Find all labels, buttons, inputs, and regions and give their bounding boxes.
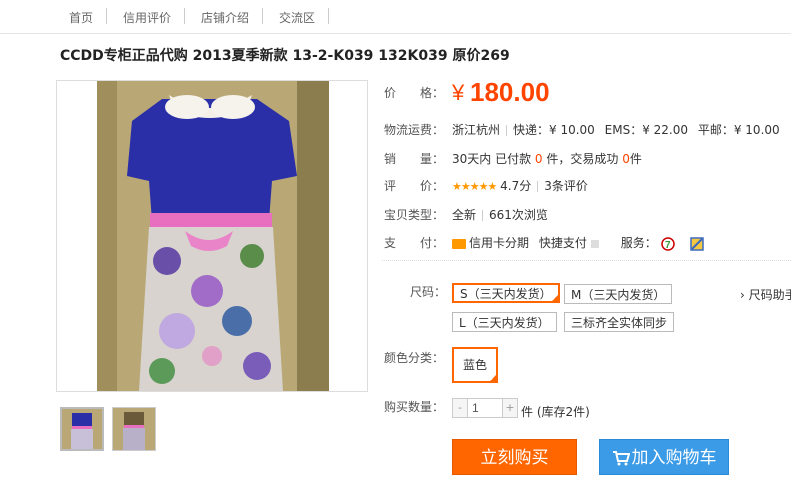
check-icon: ✓: [489, 374, 496, 383]
view-count: 661次浏览: [489, 208, 548, 222]
nav-forum[interactable]: 交流区: [279, 9, 315, 26]
quantity-stepper: - +: [452, 398, 518, 418]
buy-now-button[interactable]: 立刻购买: [452, 439, 577, 475]
check-icon: ✓: [550, 294, 558, 303]
guarantee-icon[interactable]: [690, 236, 705, 251]
shipping-ems: EMS：¥ 22.00: [604, 123, 689, 137]
color-option-label: 蓝色: [462, 358, 487, 372]
quick-pay[interactable]: 快捷支付: [539, 236, 587, 250]
sales-label: 销 量：: [384, 152, 445, 166]
seven-day-return-icon[interactable]: 7: [660, 236, 675, 251]
rating-info: ★★★★★ 4.7分 3条评价: [452, 177, 588, 194]
sales-suffix: 件: [629, 152, 642, 166]
sales-paid-count: 0: [534, 152, 543, 166]
quantity-increase-button[interactable]: +: [503, 399, 517, 417]
quantity-decrease-button[interactable]: -: [453, 399, 467, 417]
shipping-express: 快递：¥ 10.00: [513, 123, 595, 137]
nav-home[interactable]: 首页: [69, 9, 93, 26]
add-to-cart-label: 加入购物车: [631, 448, 717, 468]
nav-divider: [262, 8, 263, 24]
credit-card-icon: [452, 238, 466, 249]
size-option-tags[interactable]: 三标齐全实体同步: [564, 312, 675, 332]
thumbnail-1[interactable]: [60, 407, 104, 451]
service-label: 服务：: [620, 236, 657, 250]
color-label: 颜色分类：: [384, 351, 445, 365]
svg-text:7: 7: [665, 240, 671, 251]
rating-score: 4.7分: [500, 179, 532, 193]
condition-label: 宝贝类型：: [384, 208, 445, 222]
size-helper-link[interactable]: › 尺码助手: [740, 286, 791, 303]
size-option-s[interactable]: S（三天内发货） ✓: [452, 283, 560, 303]
price-label: 价 格：: [384, 86, 445, 100]
size-option-l[interactable]: L（三天内发货）: [452, 312, 557, 332]
stock-info: 件 (库存2件): [521, 405, 590, 419]
size-option-m[interactable]: M（三天内发货）: [564, 284, 673, 304]
condition-info: 全新 661次浏览: [452, 206, 548, 223]
dropdown-arrow-icon[interactable]: [590, 239, 599, 248]
size-option-label: M（三天内发货）: [571, 288, 666, 302]
shopping-cart-icon: [612, 451, 630, 466]
quantity-input[interactable]: [467, 399, 503, 417]
sales-prefix: 30天内 已付款: [452, 152, 532, 166]
price-currency: ¥: [452, 80, 465, 105]
color-option-blue[interactable]: 蓝色 ✓: [452, 347, 498, 383]
thumbnail-image: [62, 409, 102, 449]
price-value: 180.00: [470, 77, 550, 107]
nav-divider: [328, 8, 329, 24]
shipping-info: 浙江杭州 快递：¥ 10.00 EMS：¥ 22.00 平邮：¥ 10.00: [452, 121, 780, 138]
sku-panel: [382, 260, 791, 261]
nav-divider: [184, 8, 185, 24]
product-main-image[interactable]: [56, 80, 368, 392]
star-rating-icon: ★★★★★: [452, 180, 497, 193]
size-option-label: L（三天内发货）: [459, 316, 550, 330]
size-label: 尺码：: [410, 285, 447, 299]
product-title: CCDD专柜正品代购 2013夏季新款 13-2-K039 132K039 原价…: [60, 48, 510, 64]
sales-mid-text: 件，交易成功: [546, 152, 619, 166]
sales-success-count: 0: [622, 152, 630, 166]
nav-credit-rating[interactable]: 信用评价: [123, 9, 171, 26]
payment-info: 信用卡分期 快捷支付 服务： 7: [452, 234, 705, 251]
nav-shop-intro[interactable]: 店铺介绍: [201, 9, 249, 26]
shipping-mail: 平邮：¥ 10.00: [697, 123, 780, 137]
review-count-link[interactable]: 3条评价: [544, 179, 588, 193]
dress-photo: [57, 81, 367, 391]
thumbnail-image: [113, 408, 155, 450]
size-option-label: S（三天内发货）: [460, 287, 552, 301]
shipping-label: 物流运费：: [384, 123, 445, 137]
shipping-location[interactable]: 浙江杭州: [452, 123, 500, 137]
shop-nav: 首页 信用评价 店铺介绍 交流区: [0, 0, 791, 34]
rating-label: 评 价：: [384, 179, 445, 193]
condition-type: 全新: [452, 208, 477, 222]
add-to-cart-button[interactable]: 加入购物车: [599, 439, 729, 475]
size-option-label: 三标齐全实体同步: [571, 316, 668, 330]
payment-label: 支 付：: [384, 236, 445, 250]
quantity-label: 购买数量：: [384, 400, 445, 414]
thumbnail-2[interactable]: [112, 407, 156, 451]
credit-installment[interactable]: 信用卡分期: [469, 236, 529, 250]
buy-now-label: 立刻购买: [480, 448, 549, 468]
nav-divider: [106, 8, 107, 24]
sales-info: 30天内 已付款 0 件，交易成功 0件: [452, 150, 642, 167]
